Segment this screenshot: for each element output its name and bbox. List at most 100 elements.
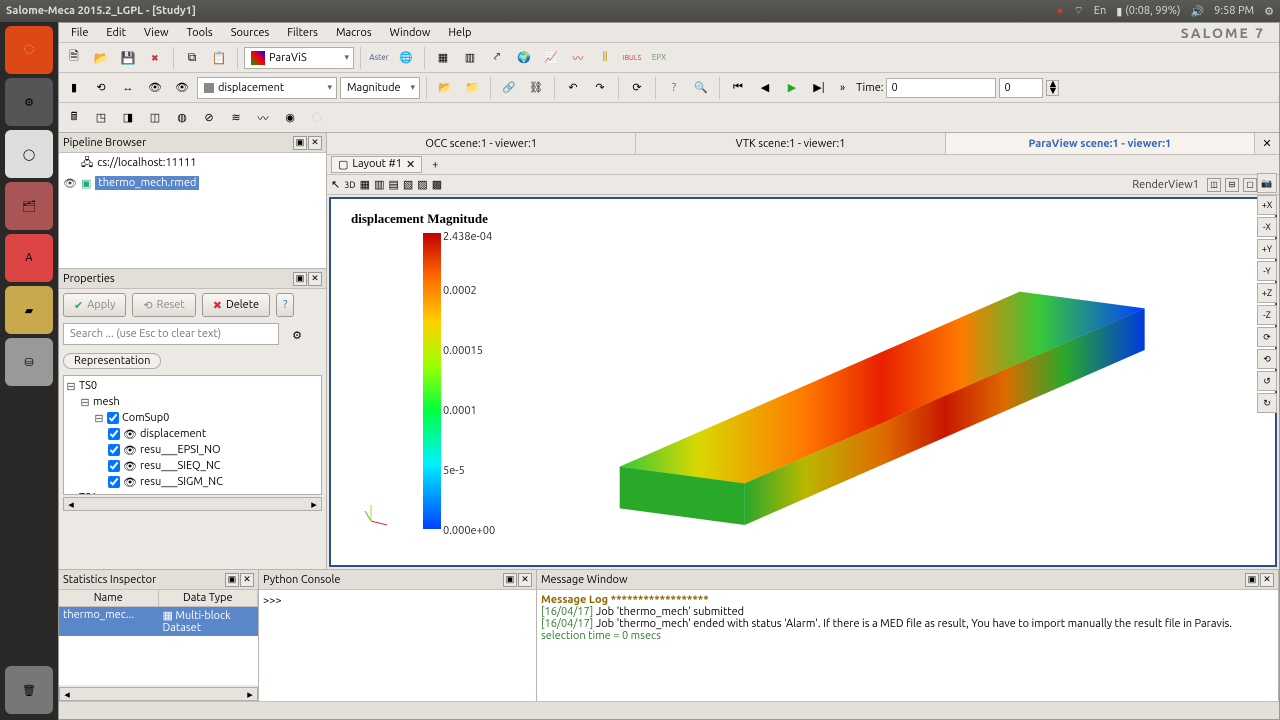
group-icon[interactable]: ◌ (305, 106, 329, 130)
stats-icon[interactable]: ⫼ (593, 46, 617, 70)
eye-icon[interactable]: 👁 (170, 76, 194, 100)
view-btn[interactable]: ▩ (432, 178, 442, 191)
layout-tab[interactable]: ▢ Layout #1 ✕ (331, 156, 422, 173)
help-icon[interactable]: ? (662, 76, 686, 100)
menu-help[interactable]: Help (440, 25, 479, 41)
salome-launcher-icon[interactable]: ▰ (5, 286, 53, 334)
prev-frame-icon[interactable]: ◀ (753, 76, 777, 100)
reset-button[interactable]: ⟲Reset (132, 293, 195, 317)
advanced-gear-icon[interactable]: ⚙ (285, 323, 309, 347)
field-selector[interactable]: displacement (197, 77, 337, 99)
pipeline-server[interactable]: cs://localhost:11111 (97, 157, 196, 169)
menu-macros[interactable]: Macros (328, 25, 380, 41)
time-input[interactable] (886, 78, 996, 98)
panel-close-icon[interactable]: ✕ (308, 136, 322, 150)
contour-icon[interactable]: ◳ (89, 106, 113, 130)
new-doc-icon[interactable]: 🗎 (62, 46, 86, 70)
undo-icon[interactable]: ↶ (561, 76, 585, 100)
first-frame-icon[interactable]: ⏮ (726, 76, 750, 100)
pick-icon[interactable]: ↖ (331, 178, 340, 191)
menu-edit[interactable]: Edit (98, 25, 134, 41)
menu-tools[interactable]: Tools (179, 25, 221, 41)
calculator-icon[interactable]: 🖩 (62, 106, 86, 130)
panel-close-icon[interactable]: ✕ (518, 573, 532, 587)
zoom-icon[interactable]: ↻ (1257, 393, 1277, 413)
fit-all-icon[interactable]: ↺ (1257, 371, 1277, 391)
3d-viewport[interactable]: displacement Magnitude 2.438e-04 0.0002 … (329, 197, 1277, 567)
mode-3d[interactable]: 3D (344, 180, 355, 190)
wifi-icon[interactable]: ⌔ (1073, 4, 1083, 18)
frame-input[interactable] (999, 78, 1043, 98)
apply-button[interactable]: ✔Apply (63, 293, 126, 317)
tree-field-check[interactable] (108, 460, 120, 472)
curve-red-icon[interactable]: 〰 (566, 46, 590, 70)
menu-file[interactable]: File (63, 25, 96, 41)
split-v-icon[interactable]: ⊟ (1225, 178, 1239, 192)
stats-table[interactable]: NameData Type thermo_mec...▦ Multi-block… (59, 590, 258, 685)
tab-occ[interactable]: OCC scene:1 - viewer:1 (327, 133, 636, 154)
software-center-icon[interactable]: A (5, 234, 53, 282)
view-px-button[interactable]: +X (1257, 195, 1277, 215)
python-console[interactable]: >>> (259, 590, 536, 701)
delete-button[interactable]: ✖Delete (202, 293, 270, 317)
tree-comsup-check[interactable] (107, 412, 119, 424)
tree-field-check[interactable] (108, 444, 120, 456)
rescale-vis-icon[interactable]: 👁 (143, 76, 167, 100)
tab-close-icon[interactable]: ✕ (1255, 133, 1279, 154)
frame-spinner[interactable]: ▲▼ (1046, 80, 1059, 96)
tree-field-check[interactable] (108, 476, 120, 488)
panel-close-icon[interactable]: ✕ (1260, 573, 1274, 587)
dump-view-icon[interactable]: 📷 (1257, 173, 1277, 193)
colormap-icon[interactable]: ▮ (62, 76, 86, 100)
menu-sources[interactable]: Sources (223, 25, 278, 41)
pipeline-source[interactable]: thermo_mech.rmed (95, 176, 199, 190)
redo-icon[interactable]: ↷ (588, 76, 612, 100)
view-btn[interactable]: ▤ (388, 178, 398, 191)
open-icon[interactable]: 📂 (89, 46, 113, 70)
help-button[interactable]: ? (276, 293, 294, 317)
epx-icon[interactable]: EPX (647, 46, 671, 70)
menu-view[interactable]: View (136, 25, 177, 41)
split-h-icon[interactable]: ◫ (1207, 178, 1221, 192)
view-btn[interactable]: ▨ (417, 178, 427, 191)
threshold-icon[interactable]: ◍ (170, 106, 194, 130)
module-selector[interactable]: ParaViS (244, 47, 354, 69)
chromium-launcher-icon[interactable]: ◯ (5, 130, 53, 178)
aster-icon[interactable]: Aster (367, 46, 391, 70)
save-icon[interactable]: 💾 (116, 46, 140, 70)
paste-icon[interactable]: 📋 (207, 46, 231, 70)
color-bar[interactable] (423, 233, 441, 529)
view-pz-button[interactable]: +Z (1257, 283, 1277, 303)
pipeline-browser[interactable]: 🖧cs://localhost:11111 👁▣thermo_mech.rmed (59, 153, 326, 269)
close-doc-icon[interactable]: ✖ (143, 46, 167, 70)
maximize-icon[interactable]: ▢ (1243, 178, 1257, 192)
record-icon[interactable]: ● (1057, 5, 1064, 17)
panel-close-icon[interactable]: ✕ (308, 272, 322, 286)
properties-search[interactable] (63, 323, 279, 345)
rescale-custom-icon[interactable]: ↔ (116, 76, 140, 100)
dash-icon[interactable]: ◌ (5, 26, 53, 74)
rotate-ccw-icon[interactable]: ⟲ (1257, 349, 1277, 369)
tab-paraview[interactable]: ParaView scene:1 - viewer:1 (946, 133, 1255, 154)
open-file-icon[interactable]: 📂 (433, 76, 457, 100)
menu-filters[interactable]: Filters (279, 25, 326, 41)
disk-launcher-icon[interactable]: ⛁ (5, 338, 53, 386)
slice-icon[interactable]: ◫ (143, 106, 167, 130)
view-nz-button[interactable]: -Z (1257, 305, 1277, 325)
plot-icon[interactable]: 📈 (539, 46, 563, 70)
settings-launcher-icon[interactable]: ⚙ (5, 78, 53, 126)
view-ny-button[interactable]: -Y (1257, 261, 1277, 281)
unlink-icon[interactable]: ⛓ (524, 76, 548, 100)
export-icon[interactable]: ⤤ (485, 46, 509, 70)
stream-icon[interactable]: 〰 (251, 106, 275, 130)
view-btn[interactable]: ▥ (374, 178, 384, 191)
open-recent-icon[interactable]: 📁 (460, 76, 484, 100)
paravis-icon[interactable]: ▦ (431, 46, 455, 70)
gear-icon[interactable]: ⚙ (1264, 5, 1274, 18)
view-btn[interactable]: ▦ (360, 178, 370, 191)
web-icon[interactable]: 🌍 (512, 46, 536, 70)
panel-float-icon[interactable]: ▣ (293, 136, 307, 150)
tab-vtk[interactable]: VTK scene:1 - viewer:1 (636, 133, 945, 154)
tree-field-check[interactable] (108, 428, 120, 440)
panel-float-icon[interactable]: ▣ (225, 573, 239, 587)
